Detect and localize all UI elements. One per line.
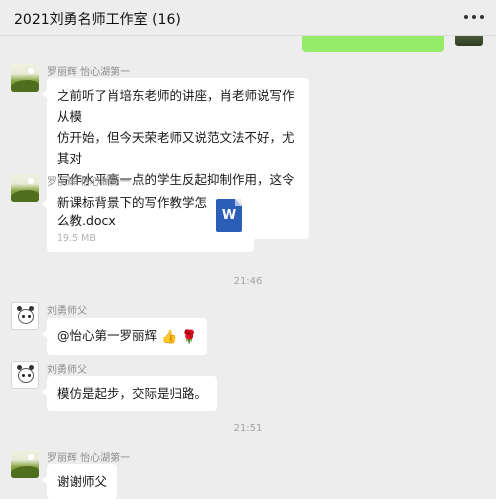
timestamp: 21:51 [233,423,263,434]
avatar[interactable] [11,302,39,330]
timestamp: 21:46 [233,276,263,287]
chat-header: 2021刘勇名师工作室 (16) [0,0,496,36]
file-size: 19.5 MB [57,233,96,244]
thumbs-up-icon: 👍 [161,330,178,345]
avatar[interactable] [11,174,39,202]
message-bubble[interactable]: 模仿是起步，交际是归路。 [41,376,218,411]
message-bubble[interactable]: 谢谢师父 [41,464,118,499]
file-name: 新课标背景下的写作教学怎 么教.docx [57,195,208,228]
rose-icon: 🌹 [181,330,198,345]
sender-name: 刘勇师父 [47,365,87,376]
message-line: 仿开始，但今天荣老师又说范文法不好，尤其对 [57,130,295,166]
self-message-bubble[interactable] [302,36,444,52]
avatar[interactable] [11,450,39,478]
message-bubble[interactable]: @怡心第一罗丽辉 👍 🌹 [41,318,208,355]
word-doc-icon: W [216,199,242,232]
chat-title: 2021刘勇名师工作室 (16) [14,12,181,28]
message-text: 模仿是起步，交际是归路。 [57,386,208,401]
avatar[interactable] [11,361,39,389]
self-avatar[interactable] [455,36,483,46]
avatar[interactable] [11,64,39,92]
sender-name: 刘勇师父 [47,306,87,317]
sender-name: 罗丽辉 怡心湖第一 [47,67,131,78]
message-line: 之前听了肖培东老师的讲座，肖老师说写作从模 [57,88,295,124]
message-text: @怡心第一罗丽辉 [57,328,158,343]
sender-name: 罗丽辉 怡心湖第一 [47,177,131,188]
message-list[interactable]: 罗丽辉 怡心湖第一 之前听了肖培东老师的讲座，肖老师说写作从模 仿开始，但今天荣… [0,36,496,499]
sender-name: 罗丽辉 怡心湖第一 [47,453,131,464]
more-dots-icon[interactable] [464,8,484,26]
message-text: 谢谢师父 [57,474,108,489]
file-message[interactable]: 新课标背景下的写作教学怎 么教.docx 19.5 MB W [42,188,254,252]
